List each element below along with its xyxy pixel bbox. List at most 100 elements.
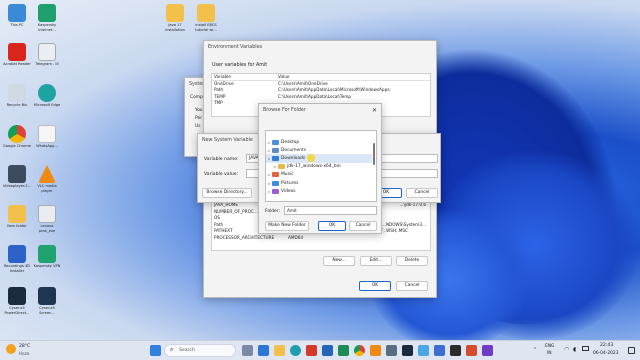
make-new-folder-button[interactable]: Make New Folder bbox=[265, 221, 309, 231]
desktop-icon-edge[interactable]: Microsoft Edge bbox=[32, 84, 62, 108]
wifi-icon[interactable]: ◠ bbox=[564, 346, 569, 353]
language-indicator-bottom: IN bbox=[547, 351, 552, 356]
desktop-icon-java17[interactable]: Java 17 installation bbox=[160, 4, 190, 32]
system-new-button[interactable]: New... bbox=[323, 256, 355, 266]
notification-icon[interactable] bbox=[628, 347, 635, 354]
edge-icon bbox=[38, 84, 56, 102]
variable-name-label: Variable name: bbox=[204, 157, 239, 162]
file-icon bbox=[38, 205, 56, 223]
pictures-folder-icon bbox=[272, 180, 279, 186]
powerdirector-icon bbox=[8, 287, 26, 305]
task-view-icon[interactable] bbox=[242, 345, 253, 356]
vlc-taskbar-icon[interactable] bbox=[370, 345, 381, 356]
desktop-icon-kaspersky[interactable]: Kaspersky Internet... bbox=[32, 4, 62, 32]
weather-description: Haze bbox=[19, 351, 30, 356]
desktop-icon-recycle-bin[interactable]: Recycle Bin bbox=[2, 84, 32, 108]
speaker-icon[interactable]: ◖ bbox=[573, 346, 576, 353]
folder-icon bbox=[278, 164, 285, 170]
music-folder-icon bbox=[272, 172, 279, 178]
folder-icon bbox=[197, 4, 215, 22]
screen-recorder-icon bbox=[38, 287, 56, 305]
folder-label: Folder: bbox=[265, 209, 280, 214]
videos-folder-icon bbox=[272, 188, 279, 194]
browse-cancel-button[interactable]: Cancel bbox=[349, 221, 377, 231]
tree-item-downloads[interactable]: v Downloads bbox=[266, 154, 372, 163]
lenovo-l-icon[interactable] bbox=[322, 345, 333, 356]
env-ok-button[interactable]: OK bbox=[359, 281, 391, 291]
documents-folder-icon bbox=[272, 147, 279, 153]
folder-name-field[interactable]: Amit bbox=[284, 206, 377, 215]
search-placeholder: Search bbox=[179, 348, 195, 353]
browse-directory-button[interactable]: Browse Directory... bbox=[202, 188, 252, 198]
tree-item-documents[interactable]: > Documents bbox=[266, 146, 372, 154]
chrome-taskbar-icon[interactable] bbox=[354, 345, 365, 356]
tree-item-music[interactable]: > Music bbox=[266, 171, 372, 179]
monitor-icon bbox=[8, 4, 26, 22]
tree-item-desktop[interactable]: > Desktop bbox=[266, 138, 372, 146]
clock-time[interactable]: 22:43 bbox=[600, 343, 613, 348]
desktop-icon-new-folder[interactable]: New folder bbox=[2, 205, 32, 229]
language-indicator-top[interactable]: ENG bbox=[545, 344, 554, 349]
desktop-icon-lenovo[interactable]: Lenovo pcsk_exe bbox=[32, 205, 62, 233]
tree-item-pictures[interactable]: > Pictures bbox=[266, 179, 372, 187]
system-edit-button[interactable]: Edit... bbox=[360, 256, 392, 266]
powerdirector-taskbar-icon[interactable] bbox=[402, 345, 413, 356]
weather-sun-icon bbox=[6, 344, 16, 354]
battery-icon[interactable] bbox=[582, 346, 589, 351]
tree-scrollbar[interactable] bbox=[373, 143, 375, 165]
desktop-icon-videoplayer[interactable]: Videoplayer-2... bbox=[2, 165, 32, 189]
desktop-icon-screen-recorder[interactable]: Cyser.a5 Screen... bbox=[32, 287, 62, 315]
search-icon: ⌕ bbox=[170, 346, 174, 353]
office-icon[interactable] bbox=[306, 345, 317, 356]
variable-value-label: Variable value: bbox=[204, 172, 239, 177]
teams-icon[interactable] bbox=[258, 345, 269, 356]
app-taskbar-icon[interactable] bbox=[482, 345, 493, 356]
env-title: Environment Variables bbox=[208, 44, 263, 50]
taskbar: 28°C Haze ⌕ Search ⌃ ENG IN ◠ ◖ 22:43 06… bbox=[0, 340, 640, 360]
app-taskbar-icon[interactable] bbox=[466, 345, 477, 356]
kaspersky-icon bbox=[38, 4, 56, 22]
desktop-icon-whatsapp[interactable]: WhatsApp... bbox=[32, 125, 62, 149]
vpn-icon bbox=[38, 245, 56, 263]
table-row[interactable]: PROCESSOR_ARCHITECTURE AMD64 bbox=[212, 235, 430, 242]
close-icon[interactable]: ✕ bbox=[372, 107, 377, 114]
folder-tree: > Desktop > Documents v Downloads > jdk-… bbox=[265, 130, 377, 202]
desktop-icon-vlc[interactable]: VLC media player bbox=[32, 165, 62, 193]
cursor-highlight-icon bbox=[307, 154, 316, 163]
desktop-icon-recordings[interactable]: Recordings 3D Installer bbox=[2, 245, 32, 273]
desktop-icon-kaspersky-vpn[interactable]: Kaspersky VPN bbox=[32, 245, 62, 269]
app-taskbar-icon[interactable] bbox=[386, 345, 397, 356]
recycle-bin-icon bbox=[8, 84, 26, 102]
clock-date[interactable]: 06-04-2023 bbox=[593, 351, 619, 356]
browse-title: Browse For Folder ✕ bbox=[263, 106, 377, 114]
settings-taskbar-icon[interactable] bbox=[434, 345, 445, 356]
start-windows-icon[interactable] bbox=[150, 345, 161, 356]
chevron-up-icon[interactable]: ⌃ bbox=[533, 347, 537, 353]
folder-icon bbox=[166, 4, 184, 22]
desktop-icon-ebcs[interactable]: install EBCS tutorial wi... bbox=[191, 4, 221, 32]
acrobat-icon bbox=[8, 43, 26, 61]
new-var-cancel-button[interactable]: Cancel bbox=[406, 188, 438, 198]
tree-item-videos[interactable]: > Videos bbox=[266, 187, 372, 195]
env-cancel-button[interactable]: Cancel bbox=[396, 281, 428, 291]
edge-taskbar-icon[interactable] bbox=[290, 345, 301, 356]
tree-item-jdk[interactable]: > jdk-17_windows-x64_bin bbox=[266, 163, 372, 171]
desktop-icon-powerdirector[interactable]: Cyser.a5 PowerDirect... bbox=[2, 287, 32, 315]
desktop-icon-telegram[interactable]: Telegram - III bbox=[32, 43, 62, 67]
taskbar-search-box[interactable]: ⌕ Search bbox=[164, 344, 236, 357]
telegram-icon bbox=[38, 43, 56, 61]
video-player-icon bbox=[8, 165, 26, 183]
desktop-icon-acrobat[interactable]: Acrobat Reader bbox=[2, 43, 32, 67]
file-explorer-icon[interactable] bbox=[274, 345, 285, 356]
installer-icon bbox=[8, 245, 26, 263]
weather-temperature[interactable]: 28°C bbox=[19, 344, 30, 349]
system-delete-button[interactable]: Delete bbox=[396, 256, 428, 266]
chrome-icon bbox=[8, 125, 26, 143]
kaspersky-taskbar-icon[interactable] bbox=[338, 345, 349, 356]
browse-ok-button[interactable]: OK bbox=[318, 221, 346, 231]
app-taskbar-icon[interactable] bbox=[418, 345, 429, 356]
desktop-icon-this-pc[interactable]: This PC bbox=[2, 4, 32, 28]
download-arrow-icon bbox=[272, 155, 279, 161]
terminal-taskbar-icon[interactable] bbox=[450, 345, 461, 356]
desktop-icon-chrome[interactable]: Google Chrome bbox=[2, 125, 32, 149]
